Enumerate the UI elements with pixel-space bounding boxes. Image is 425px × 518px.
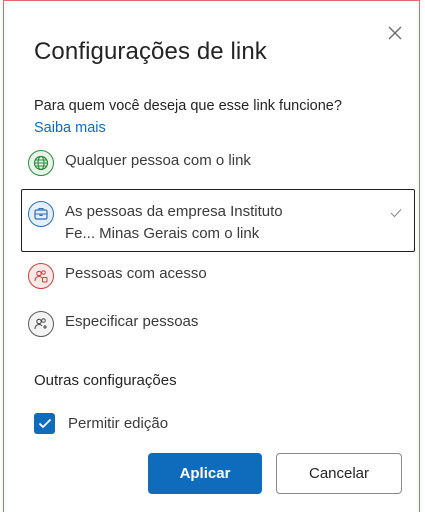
option-organization[interactable]: As pessoas da empresa Instituto Fe... Mi… <box>28 201 283 245</box>
cancel-button[interactable]: Cancelar <box>276 453 402 494</box>
specific-people-icon <box>28 311 54 337</box>
people-access-icon <box>28 263 54 289</box>
learn-more-link[interactable]: Saiba mais <box>34 120 106 136</box>
dialog-frame <box>3 0 420 512</box>
apply-button[interactable]: Aplicar <box>148 453 262 494</box>
option-organization-label: As pessoas da empresa Instituto Fe... Mi… <box>65 201 283 245</box>
organization-icon <box>28 201 54 227</box>
option-specific-people[interactable]: Especificar pessoas <box>28 311 198 337</box>
option-people-with-access[interactable]: Pessoas com acesso <box>28 263 207 289</box>
option-organization-line1: As pessoas da empresa Instituto <box>65 203 283 220</box>
option-people-with-access-label: Pessoas com acesso <box>65 265 207 282</box>
option-specific-people-label: Especificar pessoas <box>65 313 199 330</box>
globe-icon <box>28 150 54 176</box>
option-anyone[interactable]: Qualquer pessoa com o link <box>28 150 251 176</box>
dialog-title: Configurações de link <box>34 38 267 65</box>
close-icon[interactable] <box>386 24 404 42</box>
question-text: Para quem você deseja que esse link func… <box>34 95 374 139</box>
checkmark-icon <box>390 205 402 218</box>
question-label: Para quem você deseja que esse link func… <box>34 98 342 114</box>
option-organization-line2: Fe... Minas Gerais com o link <box>65 225 260 242</box>
other-settings-heading: Outras configurações <box>34 372 177 389</box>
allow-edit-checkbox[interactable] <box>34 413 55 434</box>
allow-edit-label: Permitir edição <box>68 415 169 432</box>
option-anyone-label: Qualquer pessoa com o link <box>65 152 251 169</box>
allow-edit-row[interactable]: Permitir edição <box>34 413 168 434</box>
